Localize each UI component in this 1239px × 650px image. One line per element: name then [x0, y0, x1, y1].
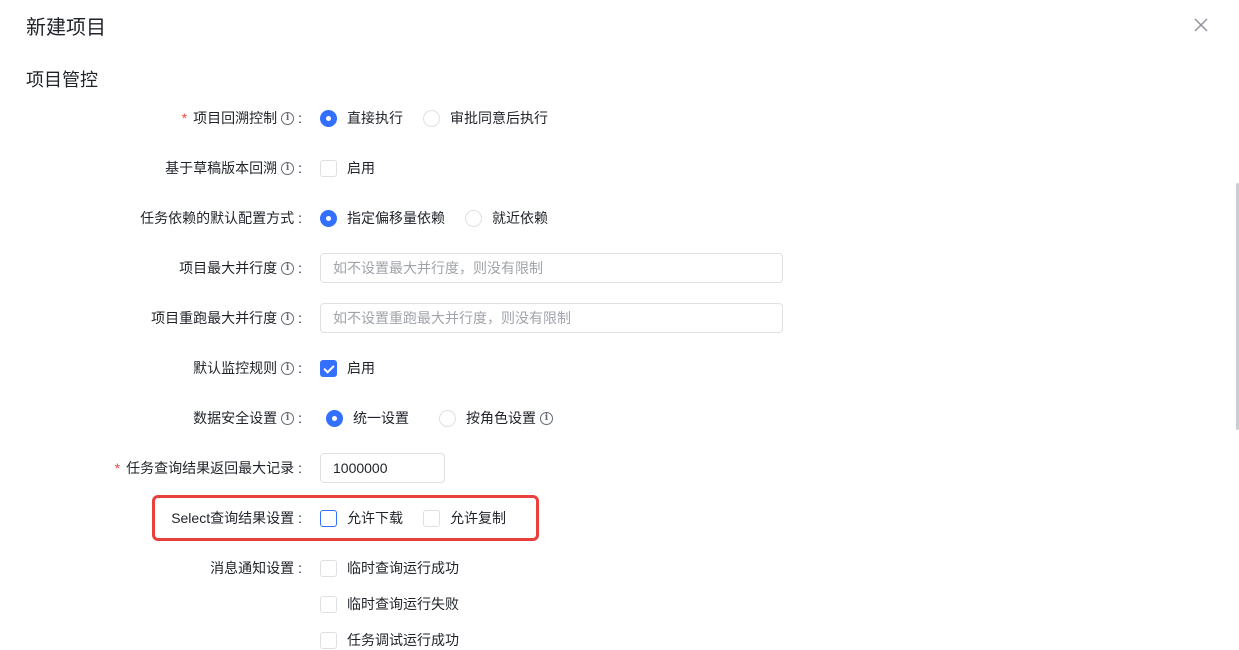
radio-approval-execute[interactable]: 审批同意后执行: [423, 108, 548, 128]
radio-group: 直接执行 审批同意后执行: [320, 102, 568, 134]
row-rerun-max-parallel: 项目重跑最大并行度 i :: [0, 302, 1200, 334]
field-label: 默认监控规则 i :: [193, 360, 302, 376]
new-project-dialog: 新建项目 项目管控 * 项目回溯控制 i : 直接执行 审批同意后执行 基于草稿…: [0, 0, 1239, 650]
label-text: 数据安全设置: [193, 410, 278, 426]
radio-nearest-dependency[interactable]: 就近依赖: [465, 208, 548, 228]
checkbox-box: [320, 595, 337, 613]
option-label: 统一设置: [353, 410, 409, 426]
row-max-records: * 任务查询结果返回最大记录 :: [0, 452, 1200, 484]
radio-direct-execute[interactable]: 直接执行: [320, 108, 403, 128]
checkbox-box: [423, 509, 440, 527]
option-label: 审批同意后执行: [450, 110, 548, 126]
option-label: 临时查询运行成功: [347, 560, 459, 576]
field-label: 项目重跑最大并行度 i :: [151, 310, 302, 326]
info-icon[interactable]: i: [281, 311, 295, 325]
field-label: 数据安全设置 i :: [193, 410, 302, 426]
radio-dot: [320, 209, 337, 227]
radio-group: 统一设置 按角色设置 i: [326, 402, 573, 434]
required-mark: *: [114, 460, 121, 476]
info-icon[interactable]: i: [281, 111, 295, 125]
row-backtrack-control: * 项目回溯控制 i : 直接执行 审批同意后执行: [0, 102, 1200, 134]
checkbox-allow-download[interactable]: 允许下载: [320, 508, 403, 528]
info-icon[interactable]: i: [281, 411, 295, 425]
checkbox-draft-backtrack[interactable]: 启用: [320, 158, 375, 178]
radio-dot: [423, 109, 440, 127]
checkbox-adhoc-success[interactable]: 临时查询运行成功: [320, 558, 459, 578]
option-label: 直接执行: [347, 110, 403, 126]
field-label: * 项目回溯控制 i :: [181, 110, 302, 126]
row-dependency-mode: 任务依赖的默认配置方式 : 指定偏移量依赖 就近依赖: [0, 202, 1200, 234]
checkbox-box: [320, 631, 337, 649]
info-icon[interactable]: i: [540, 411, 553, 425]
label-text: 项目重跑最大并行度: [151, 310, 278, 326]
field-label: Select查询结果设置 :: [171, 510, 302, 526]
label-text: 默认监控规则: [193, 360, 278, 376]
rerun-max-parallel-input[interactable]: [320, 303, 783, 333]
checkbox-box: [320, 359, 337, 377]
row-notification: 消息通知设置 : 临时查询运行成功: [0, 552, 1200, 584]
checkbox-box: [320, 559, 337, 577]
radio-dot: [439, 409, 456, 427]
field-label: 基于草稿版本回溯 i :: [165, 160, 302, 176]
label-text: 基于草稿版本回溯: [165, 160, 278, 176]
row-max-parallel: 项目最大并行度 i :: [0, 252, 1200, 284]
label-text: 消息通知设置: [210, 560, 295, 576]
close-icon: [1194, 18, 1208, 32]
radio-dot: [465, 209, 482, 227]
section-title: 项目管控: [26, 70, 98, 90]
checkbox-debug-success[interactable]: 任务调试运行成功: [320, 628, 459, 650]
radio-group: 指定偏移量依赖 就近依赖: [320, 202, 568, 234]
checkbox-default-monitor[interactable]: 启用: [320, 358, 375, 378]
option-label: 指定偏移量依赖: [347, 210, 445, 226]
row-select-result: Select查询结果设置 : 允许下载 允许复制: [0, 502, 1200, 534]
checkbox-adhoc-failure[interactable]: 临时查询运行失败: [320, 592, 459, 616]
checkbox-allow-copy[interactable]: 允许复制: [423, 508, 506, 528]
max-records-input[interactable]: [320, 453, 445, 483]
label-text: 任务查询结果返回最大记录: [126, 460, 295, 476]
label-text: 项目最大并行度: [179, 260, 278, 276]
row-default-monitor: 默认监控规则 i : 启用: [0, 352, 1200, 384]
label-text: 任务依赖的默认配置方式: [140, 210, 295, 226]
option-label: 就近依赖: [492, 210, 548, 226]
option-label: 允许下载: [347, 510, 403, 526]
option-label: 允许复制: [450, 510, 506, 526]
option-label: 启用: [347, 360, 375, 376]
radio-dot: [320, 109, 337, 127]
radio-role-setting[interactable]: 按角色设置 i: [439, 408, 553, 428]
label-text: 项目回溯控制: [193, 110, 278, 126]
dialog-title: 新建项目: [26, 17, 106, 39]
row-draft-backtrack: 基于草稿版本回溯 i : 启用: [0, 152, 1200, 184]
field-label: * 任务查询结果返回最大记录 :: [114, 460, 302, 476]
info-icon[interactable]: i: [281, 261, 295, 275]
max-parallel-input[interactable]: [320, 253, 783, 283]
radio-unified-setting[interactable]: 统一设置: [326, 408, 409, 428]
field-label: 消息通知设置 :: [210, 560, 302, 576]
option-label: 临时查询运行失败: [347, 596, 459, 612]
option-label: 启用: [347, 160, 375, 176]
checkbox-box: [320, 509, 337, 527]
option-label: 按角色设置: [466, 410, 536, 426]
info-icon[interactable]: i: [281, 361, 295, 375]
required-mark: *: [181, 110, 188, 126]
field-label: 项目最大并行度 i :: [179, 260, 302, 276]
checkbox-box: [320, 159, 337, 177]
option-label: 任务调试运行成功: [347, 632, 459, 648]
field-label: 任务依赖的默认配置方式 :: [140, 210, 302, 226]
label-text: Select查询结果设置: [171, 510, 295, 526]
info-icon[interactable]: i: [281, 161, 295, 175]
radio-dot: [326, 409, 343, 427]
row-data-security: 数据安全设置 i : 统一设置 按角色设置 i: [0, 402, 1200, 434]
radio-offset-dependency[interactable]: 指定偏移量依赖: [320, 208, 445, 228]
close-button[interactable]: [1190, 14, 1212, 36]
